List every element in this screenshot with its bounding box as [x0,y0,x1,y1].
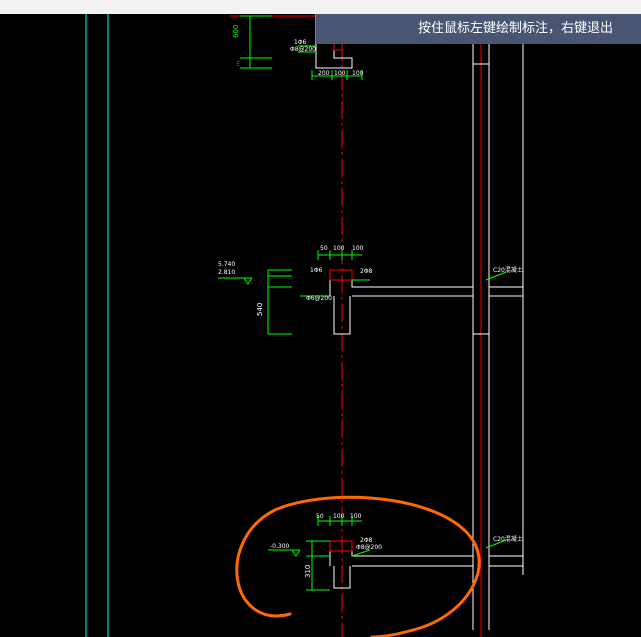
bottom-grid-label: C20混凝土 [493,535,523,543]
middle-rebar-left: 1Φ6 [310,267,323,274]
bottom-stirrup-label: Φ8@200 [356,544,382,551]
middle-rebar-right: 2Φ8 [360,268,373,275]
bottom-section: -0.300 310 50 100 100 2Φ8 Φ8@200 C20混凝土 [268,513,523,591]
status-tooltip: 按住鼠标左键绘制标注，右键退出 [316,14,641,44]
top-dim-bottom-1: 200 [318,70,330,77]
bottom-dim-top-3: 100 [350,513,362,520]
bottom-dim-top-2: 100 [333,513,345,520]
middle-grid-label: C20混凝土 [493,266,523,274]
top-dim-bottom-3: 100 [352,70,364,77]
bottom-elev-label: -0.300 [270,543,290,550]
middle-dim-top-3: 100 [352,245,364,252]
top-beam-label: 1Φ6 [294,39,307,46]
middle-dim-top-2: 100 [333,245,345,252]
window-top-strip [0,0,641,14]
guide-lines [85,14,109,637]
bottom-dim-top-1: 50 [316,513,324,520]
middle-elev-top: 5.740 [218,261,235,268]
middle-stirrup-label: Φ6@200 [306,295,332,302]
middle-elev-bottom: 2.810 [218,269,235,276]
top-dim-bottom-2: 100 [334,70,346,77]
middle-section: 5.740 2.810 540 50 100 100 1Φ6 2Φ8 Φ6@20… [218,245,523,335]
middle-dim-side: 540 [256,303,264,316]
middle-dim-top-1: 50 [320,245,328,252]
top-dim-side: 600 [232,25,240,38]
cad-drawing-canvas[interactable]: 600 1Φ6 Φ8@200 200 100 100 Ξ 5.740 2.810… [0,14,641,637]
bottom-dim-side: 310 [304,565,312,578]
top-level-marks: Ξ [236,61,240,68]
top-stirrup-label: Φ8@200 [290,46,316,53]
bottom-rebar-right: 2Φ8 [360,537,373,544]
